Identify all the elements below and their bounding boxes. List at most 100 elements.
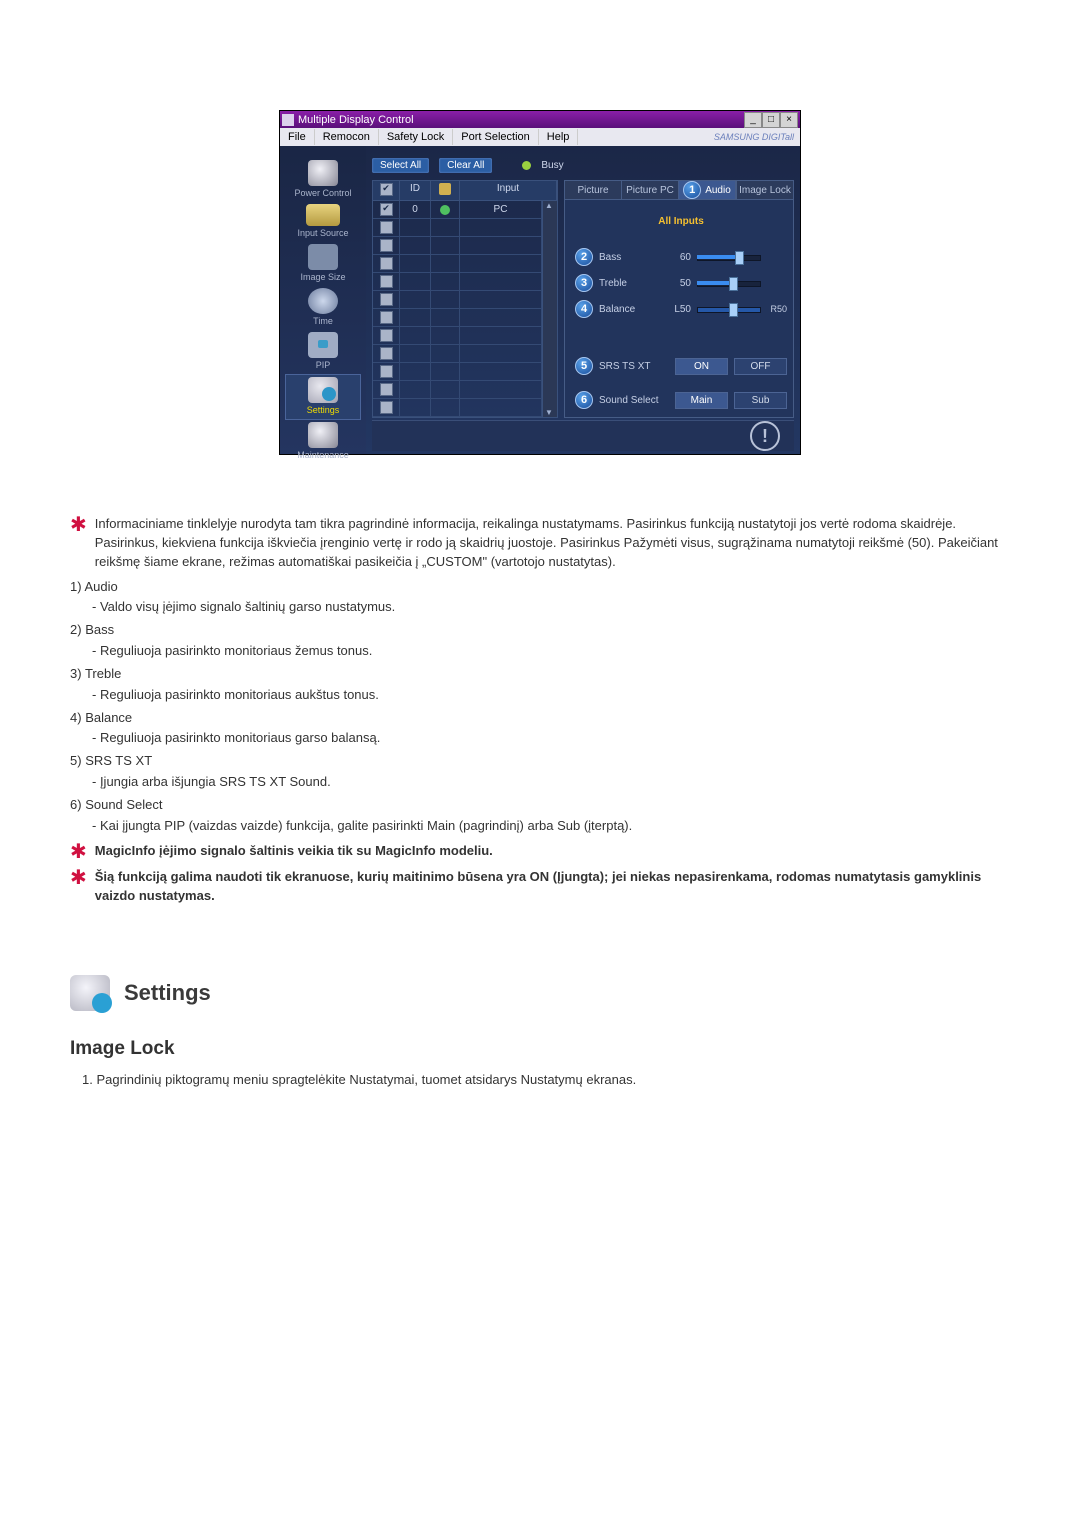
sidebar-item-maintenance[interactable]: Maintenance [286,420,360,464]
menu-port-selection[interactable]: Port Selection [453,129,538,145]
sidebar-item-label: Settings [286,405,360,415]
srs-on-button[interactable]: ON [675,358,728,375]
sidebar-item-power-control[interactable]: Power Control [286,158,360,202]
sidebar-item-image-size[interactable]: Image Size [286,242,360,286]
list-item: 1) Audio - Valdo visų įėjimo signalo šal… [70,578,1010,618]
image-size-icon [308,244,338,270]
sound-select-sub-button[interactable]: Sub [734,392,787,409]
tab-audio[interactable]: 1 Audio [678,180,736,200]
bass-slider[interactable] [697,252,761,262]
intro-text: Informaciniame tinklelyje nurodyta tam t… [95,515,1010,572]
all-inputs-label: All Inputs [575,216,787,227]
table-row[interactable] [373,255,542,273]
bass-value: 60 [661,252,691,263]
balance-slider[interactable] [697,304,761,314]
power-icon [308,160,338,186]
note-intro: ✱ Informaciniame tinklelyje nurodyta tam… [70,515,1010,572]
tab-picture-pc[interactable]: Picture PC [621,180,678,200]
menubar: File Remocon Safety Lock Port Selection … [280,128,800,146]
list-item: 5) SRS TS XT - Įjungia arba išjungia SRS… [70,752,1010,792]
input-source-icon [306,204,340,226]
row-checkbox[interactable] [380,221,393,234]
table-row[interactable] [373,237,542,255]
table-row[interactable] [373,273,542,291]
treble-row: 3 Treble 50 [575,273,787,293]
list-item: 4) Balance - Reguliuoja pasirinkto monit… [70,709,1010,749]
header-checkbox[interactable] [380,183,393,196]
badge-2-icon: 2 [575,248,593,266]
note-text: MagicInfo įėjimo signalo šaltinis veikia… [95,842,493,862]
sound-select-main-button[interactable]: Main [675,392,728,409]
tab-picture[interactable]: Picture [564,180,621,200]
sidebar-item-label: Power Control [286,188,360,198]
row-checkbox[interactable] [380,365,393,378]
table-row[interactable] [373,399,542,417]
row-checkbox[interactable] [380,311,393,324]
section-heading: Settings [70,975,1010,1011]
sound-select-row: 6 Sound Select Main Sub [575,389,787,411]
minimize-button[interactable]: _ [744,112,762,128]
bass-row: 2 Bass 60 [575,247,787,267]
sidebar-item-label: Image Size [286,272,360,282]
row-checkbox[interactable] [380,329,393,342]
sidebar-item-pip[interactable]: PIP [286,330,360,374]
menu-remocon[interactable]: Remocon [315,129,379,145]
row-checkbox[interactable] [380,257,393,270]
select-all-button[interactable]: Select All [372,158,429,173]
settings-panel: Picture Picture PC 1 Audio Image Lock Al… [564,180,794,418]
close-button[interactable]: × [780,112,798,128]
header-id: ID [400,181,431,200]
tab-audio-label: Audio [705,185,731,196]
menu-help[interactable]: Help [539,129,579,145]
status-bar: ! [372,420,794,451]
settings-icon [308,377,338,403]
app-window: Multiple Display Control _ □ × File Remo… [279,110,801,455]
row-checkbox[interactable] [380,203,393,216]
sidebar-item-time[interactable]: Time [286,286,360,330]
table-row[interactable]: 0 PC [373,201,542,219]
table-row[interactable] [373,291,542,309]
titlebar: Multiple Display Control _ □ × [280,111,800,128]
pip-icon [308,332,338,358]
treble-slider[interactable] [697,278,761,288]
note-text: Šią funkciją galima naudoti tik ekranuos… [95,868,1010,906]
table-row[interactable] [373,363,542,381]
row-checkbox[interactable] [380,275,393,288]
maximize-button[interactable]: □ [762,112,780,128]
table-row[interactable] [373,381,542,399]
table-row[interactable] [373,219,542,237]
table-row[interactable] [373,327,542,345]
row-checkbox[interactable] [380,239,393,252]
balance-value: L50 [661,304,691,315]
sidebar-item-settings[interactable]: Settings [285,374,361,420]
row-checkbox[interactable] [380,383,393,396]
scrollbar[interactable] [542,201,557,417]
row-checkbox[interactable] [380,293,393,306]
sidebar-item-label: Time [286,316,360,326]
menu-file[interactable]: File [280,129,315,145]
srs-row: 5 SRS TS XT ON OFF [575,355,787,377]
row-checkbox[interactable] [380,401,393,414]
main-area: Select All Clear All Busy ID Input [366,146,800,454]
device-list: ID Input 0 PC [372,180,558,418]
row-checkbox[interactable] [380,347,393,360]
busy-label: Busy [541,160,563,171]
sound-select-label: Sound Select [599,395,669,406]
star-icon: ✱ [70,515,87,572]
bass-label: Bass [599,252,655,263]
sidebar-item-label: PIP [286,360,360,370]
clear-all-button[interactable]: Clear All [439,158,492,173]
treble-value: 50 [661,278,691,289]
srs-off-button[interactable]: OFF [734,358,787,375]
row-input: PC [460,201,542,218]
tab-image-lock[interactable]: Image Lock [736,180,794,200]
sidebar-item-input-source[interactable]: Input Source [286,202,360,242]
menu-safety-lock[interactable]: Safety Lock [379,129,453,145]
badge-3-icon: 3 [575,274,593,292]
table-row[interactable] [373,309,542,327]
note-magicinfo: ✱ MagicInfo įėjimo signalo šaltinis veik… [70,842,1010,862]
document-body: ✱ Informaciniame tinklelyje nurodyta tam… [70,515,1010,1090]
table-row[interactable] [373,345,542,363]
sidebar-item-label: Input Source [286,228,360,238]
star-icon: ✱ [70,868,87,906]
